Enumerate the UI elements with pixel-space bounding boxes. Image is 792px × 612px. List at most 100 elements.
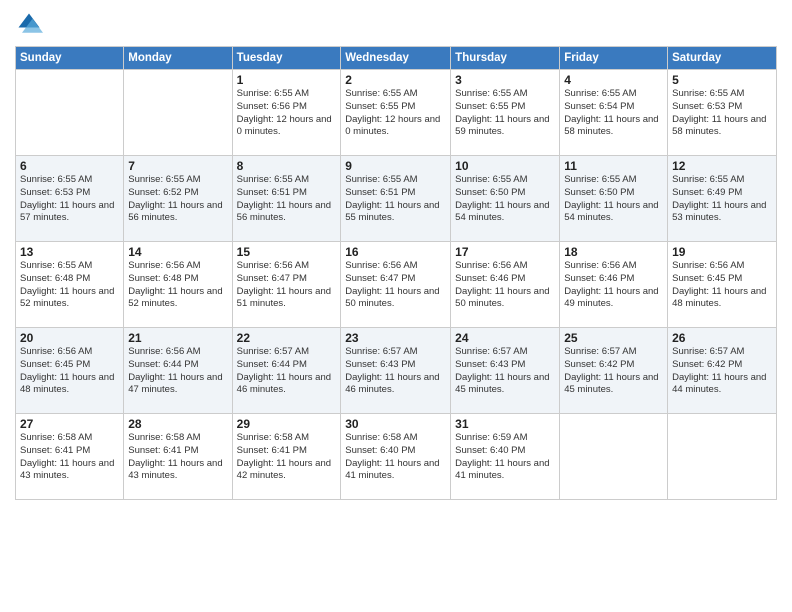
calendar-cell: 15Sunrise: 6:56 AM Sunset: 6:47 PM Dayli… (232, 242, 341, 328)
calendar-cell: 24Sunrise: 6:57 AM Sunset: 6:43 PM Dayli… (451, 328, 560, 414)
day-number: 9 (345, 159, 446, 173)
logo (15, 10, 47, 38)
calendar-cell: 16Sunrise: 6:56 AM Sunset: 6:47 PM Dayli… (341, 242, 451, 328)
day-info: Sunrise: 6:56 AM Sunset: 6:46 PM Dayligh… (455, 260, 555, 311)
day-info: Sunrise: 6:55 AM Sunset: 6:55 PM Dayligh… (345, 88, 446, 139)
day-info: Sunrise: 6:55 AM Sunset: 6:55 PM Dayligh… (455, 88, 555, 139)
weekday-header: Friday (560, 47, 668, 70)
calendar-cell (560, 414, 668, 500)
day-info: Sunrise: 6:56 AM Sunset: 6:46 PM Dayligh… (564, 260, 663, 311)
calendar-cell: 20Sunrise: 6:56 AM Sunset: 6:45 PM Dayli… (16, 328, 124, 414)
day-number: 31 (455, 417, 555, 431)
calendar-cell: 14Sunrise: 6:56 AM Sunset: 6:48 PM Dayli… (124, 242, 232, 328)
calendar-cell: 23Sunrise: 6:57 AM Sunset: 6:43 PM Dayli… (341, 328, 451, 414)
calendar-week-row: 13Sunrise: 6:55 AM Sunset: 6:48 PM Dayli… (16, 242, 777, 328)
day-info: Sunrise: 6:55 AM Sunset: 6:51 PM Dayligh… (345, 174, 446, 225)
day-number: 22 (237, 331, 337, 345)
day-number: 13 (20, 245, 119, 259)
calendar-table: SundayMondayTuesdayWednesdayThursdayFrid… (15, 46, 777, 500)
weekday-header-row: SundayMondayTuesdayWednesdayThursdayFrid… (16, 47, 777, 70)
calendar-cell: 22Sunrise: 6:57 AM Sunset: 6:44 PM Dayli… (232, 328, 341, 414)
day-info: Sunrise: 6:56 AM Sunset: 6:45 PM Dayligh… (20, 346, 119, 397)
weekday-header: Wednesday (341, 47, 451, 70)
day-info: Sunrise: 6:55 AM Sunset: 6:50 PM Dayligh… (455, 174, 555, 225)
calendar-cell (124, 70, 232, 156)
calendar-cell: 10Sunrise: 6:55 AM Sunset: 6:50 PM Dayli… (451, 156, 560, 242)
calendar-cell: 31Sunrise: 6:59 AM Sunset: 6:40 PM Dayli… (451, 414, 560, 500)
calendar-cell: 12Sunrise: 6:55 AM Sunset: 6:49 PM Dayli… (668, 156, 777, 242)
calendar-cell: 4Sunrise: 6:55 AM Sunset: 6:54 PM Daylig… (560, 70, 668, 156)
calendar-cell: 29Sunrise: 6:58 AM Sunset: 6:41 PM Dayli… (232, 414, 341, 500)
day-info: Sunrise: 6:55 AM Sunset: 6:54 PM Dayligh… (564, 88, 663, 139)
day-number: 1 (237, 73, 337, 87)
day-number: 15 (237, 245, 337, 259)
day-info: Sunrise: 6:55 AM Sunset: 6:50 PM Dayligh… (564, 174, 663, 225)
day-number: 28 (128, 417, 227, 431)
day-info: Sunrise: 6:55 AM Sunset: 6:51 PM Dayligh… (237, 174, 337, 225)
day-info: Sunrise: 6:55 AM Sunset: 6:53 PM Dayligh… (672, 88, 772, 139)
page: SundayMondayTuesdayWednesdayThursdayFrid… (0, 0, 792, 612)
calendar-cell: 3Sunrise: 6:55 AM Sunset: 6:55 PM Daylig… (451, 70, 560, 156)
day-number: 11 (564, 159, 663, 173)
day-info: Sunrise: 6:56 AM Sunset: 6:47 PM Dayligh… (237, 260, 337, 311)
day-info: Sunrise: 6:56 AM Sunset: 6:48 PM Dayligh… (128, 260, 227, 311)
day-info: Sunrise: 6:58 AM Sunset: 6:40 PM Dayligh… (345, 432, 446, 483)
calendar-cell: 5Sunrise: 6:55 AM Sunset: 6:53 PM Daylig… (668, 70, 777, 156)
day-info: Sunrise: 6:57 AM Sunset: 6:42 PM Dayligh… (672, 346, 772, 397)
day-number: 14 (128, 245, 227, 259)
day-info: Sunrise: 6:56 AM Sunset: 6:44 PM Dayligh… (128, 346, 227, 397)
day-info: Sunrise: 6:57 AM Sunset: 6:44 PM Dayligh… (237, 346, 337, 397)
day-number: 8 (237, 159, 337, 173)
day-number: 23 (345, 331, 446, 345)
calendar-cell: 11Sunrise: 6:55 AM Sunset: 6:50 PM Dayli… (560, 156, 668, 242)
day-number: 24 (455, 331, 555, 345)
day-info: Sunrise: 6:56 AM Sunset: 6:47 PM Dayligh… (345, 260, 446, 311)
day-number: 30 (345, 417, 446, 431)
day-number: 26 (672, 331, 772, 345)
day-number: 4 (564, 73, 663, 87)
day-number: 25 (564, 331, 663, 345)
day-number: 29 (237, 417, 337, 431)
day-info: Sunrise: 6:57 AM Sunset: 6:42 PM Dayligh… (564, 346, 663, 397)
day-info: Sunrise: 6:55 AM Sunset: 6:56 PM Dayligh… (237, 88, 337, 139)
calendar-cell: 1Sunrise: 6:55 AM Sunset: 6:56 PM Daylig… (232, 70, 341, 156)
calendar-cell: 27Sunrise: 6:58 AM Sunset: 6:41 PM Dayli… (16, 414, 124, 500)
day-number: 3 (455, 73, 555, 87)
weekday-header: Saturday (668, 47, 777, 70)
weekday-header: Sunday (16, 47, 124, 70)
day-info: Sunrise: 6:55 AM Sunset: 6:49 PM Dayligh… (672, 174, 772, 225)
calendar-cell: 13Sunrise: 6:55 AM Sunset: 6:48 PM Dayli… (16, 242, 124, 328)
calendar-cell: 6Sunrise: 6:55 AM Sunset: 6:53 PM Daylig… (16, 156, 124, 242)
day-info: Sunrise: 6:55 AM Sunset: 6:52 PM Dayligh… (128, 174, 227, 225)
day-info: Sunrise: 6:56 AM Sunset: 6:45 PM Dayligh… (672, 260, 772, 311)
weekday-header: Tuesday (232, 47, 341, 70)
calendar-week-row: 20Sunrise: 6:56 AM Sunset: 6:45 PM Dayli… (16, 328, 777, 414)
day-info: Sunrise: 6:58 AM Sunset: 6:41 PM Dayligh… (20, 432, 119, 483)
day-number: 21 (128, 331, 227, 345)
day-number: 7 (128, 159, 227, 173)
day-number: 10 (455, 159, 555, 173)
calendar-cell: 26Sunrise: 6:57 AM Sunset: 6:42 PM Dayli… (668, 328, 777, 414)
weekday-header: Monday (124, 47, 232, 70)
calendar-cell: 7Sunrise: 6:55 AM Sunset: 6:52 PM Daylig… (124, 156, 232, 242)
day-number: 27 (20, 417, 119, 431)
calendar-cell: 25Sunrise: 6:57 AM Sunset: 6:42 PM Dayli… (560, 328, 668, 414)
day-info: Sunrise: 6:55 AM Sunset: 6:53 PM Dayligh… (20, 174, 119, 225)
day-number: 16 (345, 245, 446, 259)
day-number: 5 (672, 73, 772, 87)
calendar-cell: 18Sunrise: 6:56 AM Sunset: 6:46 PM Dayli… (560, 242, 668, 328)
logo-icon (15, 10, 43, 38)
calendar-cell: 8Sunrise: 6:55 AM Sunset: 6:51 PM Daylig… (232, 156, 341, 242)
day-info: Sunrise: 6:58 AM Sunset: 6:41 PM Dayligh… (237, 432, 337, 483)
day-info: Sunrise: 6:57 AM Sunset: 6:43 PM Dayligh… (455, 346, 555, 397)
calendar-cell: 28Sunrise: 6:58 AM Sunset: 6:41 PM Dayli… (124, 414, 232, 500)
header (15, 10, 777, 38)
day-number: 6 (20, 159, 119, 173)
day-info: Sunrise: 6:58 AM Sunset: 6:41 PM Dayligh… (128, 432, 227, 483)
day-number: 20 (20, 331, 119, 345)
day-number: 18 (564, 245, 663, 259)
calendar-cell: 21Sunrise: 6:56 AM Sunset: 6:44 PM Dayli… (124, 328, 232, 414)
calendar-cell (16, 70, 124, 156)
calendar-cell: 19Sunrise: 6:56 AM Sunset: 6:45 PM Dayli… (668, 242, 777, 328)
calendar-cell: 17Sunrise: 6:56 AM Sunset: 6:46 PM Dayli… (451, 242, 560, 328)
